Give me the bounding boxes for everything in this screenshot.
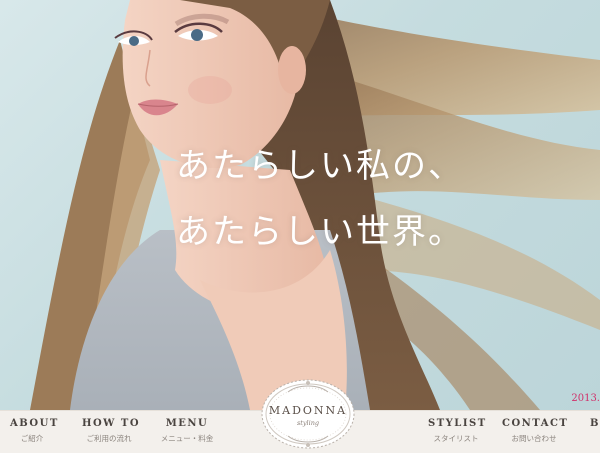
nav-item-sublabel: ご利用の流れ (86, 434, 132, 443)
nav-item-label: STYLIST (428, 418, 487, 429)
nav-item-how-to[interactable]: HOW TO ご利用の流れ (82, 415, 141, 445)
catchcopy-line-2: あたらしい世界。 (176, 212, 464, 252)
nav-item-sublabel: メニュー・料金 (160, 434, 214, 443)
nav-item-sublabel: スタイリスト (433, 434, 479, 443)
nav-item-label: MENU (165, 418, 209, 429)
logo-name: MADONNA (268, 404, 348, 417)
nav-item-label: CONTACT (502, 418, 569, 429)
nav-item-contact[interactable]: CONTACT お問い合わせ (502, 415, 569, 445)
nav-item-label: ABOUT (10, 418, 59, 429)
logo-subtitle: styling (296, 419, 320, 427)
nav-item-menu[interactable]: MENU メニュー・料金 (160, 415, 214, 445)
nav-item-about[interactable]: ABOUT ご紹介 (10, 415, 59, 445)
catchcopy-line-1: あたらしい私の、 (176, 146, 464, 186)
nav-item-label: HOW TO (82, 418, 141, 429)
nav-item-sublabel: お問い合わせ (511, 434, 557, 443)
hero-visual: あたらしい私の、 あたらしい世界。 2013. (0, 0, 600, 410)
nav-item-cut-off[interactable]: B (590, 415, 600, 433)
news-date[interactable]: 2013. (571, 393, 600, 404)
hero-catchcopy: あたらしい私の、 あたらしい世界。 (176, 133, 464, 265)
nav-item-stylist[interactable]: STYLIST スタイリスト (428, 415, 487, 445)
nav-item-label: B (590, 418, 600, 429)
site-logo[interactable]: MADONNA styling (260, 374, 356, 450)
nav-item-sublabel: ご紹介 (20, 434, 44, 443)
